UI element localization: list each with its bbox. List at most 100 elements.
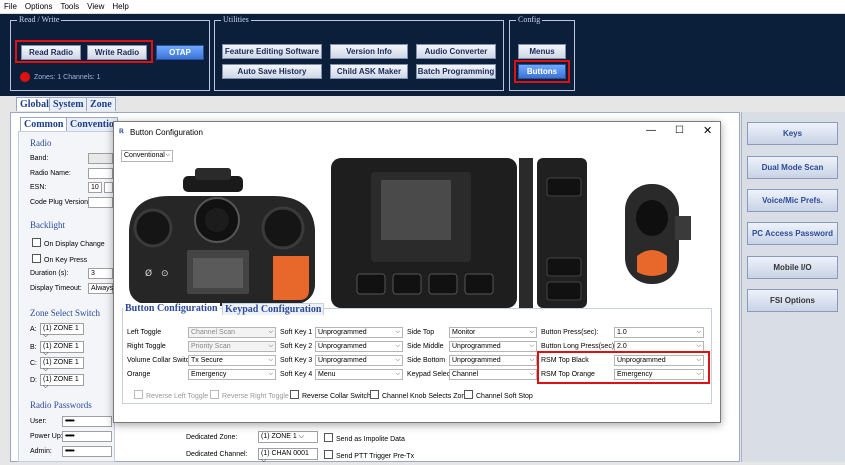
tab-zone[interactable]: Zone	[86, 97, 116, 111]
mode-select[interactable]: Conventional ⌵	[121, 150, 173, 162]
display-timeout-select[interactable]: Always	[88, 283, 113, 294]
soft-key-4-select[interactable]: Menu ⌵	[315, 369, 403, 380]
menu-file[interactable]: File	[0, 0, 21, 11]
reverse-right-toggle-checkbox[interactable]: Reverse Right Toggle	[210, 390, 289, 400]
channel-soft-stop-checkbox[interactable]: Channel Soft Stop	[464, 390, 533, 400]
mobile-io-button[interactable]: Mobile I/O	[747, 256, 838, 279]
send-ptt-checkbox[interactable]: Send PTT Trigger Pre-Tx	[324, 450, 414, 460]
chevron-down-icon: ⌵	[43, 366, 49, 373]
rsm-top-orange-value: Emergency	[617, 371, 653, 378]
on-display-change-checkbox[interactable]: On Display Change	[32, 238, 105, 248]
volume-collar-select[interactable]: Tx Secure ⌵	[188, 355, 276, 366]
rsm-top-black-value: Unprogrammed	[617, 357, 666, 364]
maximize-icon[interactable]: ☐	[675, 125, 684, 136]
tab-system[interactable]: System	[49, 97, 88, 111]
chevron-down-icon: ⌵	[43, 350, 49, 357]
side-bottom-label: Side Bottom	[407, 357, 446, 364]
pc-access-password-button[interactable]: PC Access Password	[747, 222, 838, 245]
band-field[interactable]	[88, 153, 113, 164]
channel-knob-selects-zone-checkbox[interactable]: Channel Knob Selects Zone	[370, 390, 469, 400]
esn-field-2[interactable]	[104, 182, 113, 193]
reverse-collar-switch-checkbox[interactable]: Reverse Collar Switch	[290, 390, 371, 400]
tab-global[interactable]: Global	[16, 97, 53, 111]
version-info-button[interactable]: Version Info	[330, 44, 408, 59]
menu-tools[interactable]: Tools	[56, 0, 83, 11]
side-top-value: Monitor	[452, 329, 476, 336]
soft-key-2-value: Unprogrammed	[318, 343, 367, 350]
checkbox-icon	[324, 433, 333, 442]
left-toggle-label: Left Toggle	[127, 329, 162, 336]
menu-help[interactable]: Help	[108, 0, 132, 11]
tab-button-configuration[interactable]: Button Configuration	[123, 303, 220, 314]
dual-mode-scan-button[interactable]: Dual Mode Scan	[747, 156, 838, 179]
radio-name-field[interactable]	[88, 168, 113, 179]
subtab-conventional[interactable]: Conventio	[66, 117, 118, 131]
dedicated-channel-value: (1) CHAN 0001	[261, 450, 309, 457]
esn-label: ESN:	[30, 184, 47, 191]
esn-field[interactable]: 10	[88, 182, 102, 193]
keypad-select-select[interactable]: Channel ⌵	[449, 369, 537, 380]
right-toggle-select[interactable]: Priority Scan ⌵	[188, 341, 276, 352]
chevron-down-icon: ⌵	[43, 332, 49, 339]
chevron-down-icon: ⌵	[268, 343, 273, 349]
channel-knob-selects-zone-label: Channel Knob Selects Zone	[382, 393, 470, 400]
side-top-select[interactable]: Monitor ⌵	[449, 327, 537, 338]
chevron-down-icon: ⌵	[268, 357, 273, 363]
soft-key-1-label: Soft Key 1	[280, 329, 313, 336]
right-toggle-label: Right Toggle	[127, 343, 166, 350]
rsm-top-orange-select[interactable]: Emergency ⌵	[614, 369, 704, 380]
voice-mic-prefs-button[interactable]: Voice/Mic Prefs.	[747, 189, 838, 212]
subtab-common[interactable]: Common	[20, 117, 68, 131]
chevron-down-icon: ⌵	[696, 371, 701, 377]
otap-button[interactable]: OTAP	[156, 45, 204, 60]
menu-view[interactable]: View	[83, 0, 108, 11]
soft-key-2-select[interactable]: Unprogrammed ⌵	[315, 341, 403, 352]
user-password-field[interactable]: ••••••	[62, 416, 112, 427]
soft-key-4-value: Menu	[318, 371, 336, 378]
buttons-button[interactable]: Buttons	[518, 64, 566, 79]
audio-converter-button[interactable]: Audio Converter	[416, 44, 496, 59]
batch-programming-button[interactable]: Batch Programming	[416, 64, 496, 79]
admin-password-field[interactable]: ••••••	[62, 446, 112, 457]
close-icon[interactable]: ✕	[703, 124, 712, 137]
zone-a-select[interactable]: (1) ZONE 1 ⌵	[40, 323, 84, 339]
send-impolite-checkbox[interactable]: Send as Impolite Data	[324, 433, 405, 443]
minimize-icon[interactable]: —	[646, 125, 656, 136]
zone-d-select[interactable]: (1) ZONE 1 ⌵	[40, 374, 84, 390]
read-radio-button[interactable]: Read Radio	[21, 45, 81, 60]
reverse-left-toggle-checkbox[interactable]: Reverse Left Toggle	[134, 390, 208, 400]
feature-editing-button[interactable]: Feature Editing Software	[222, 44, 322, 59]
keys-button[interactable]: Keys	[747, 122, 838, 145]
chevron-down-icon: ⌵	[165, 152, 170, 158]
child-ask-maker-button[interactable]: Child ASK Maker	[330, 64, 408, 79]
side-middle-select[interactable]: Unprogrammed ⌵	[449, 341, 537, 352]
auto-save-history-button[interactable]: Auto Save History	[222, 64, 322, 79]
reverse-collar-switch-label: Reverse Collar Switch	[302, 393, 371, 400]
dedicated-channel-select[interactable]: (1) CHAN 0001 ⌵	[258, 448, 318, 464]
zone-c-select[interactable]: (1) ZONE 1 ⌵	[40, 357, 84, 373]
volume-collar-label: Volume Collar Switch	[127, 357, 194, 364]
reverse-right-toggle-label: Reverse Right Toggle	[222, 393, 289, 400]
left-toggle-select[interactable]: Channel Scan ⌵	[188, 327, 276, 338]
on-key-press-checkbox[interactable]: On Key Press	[32, 254, 87, 264]
code-plug-field[interactable]	[88, 197, 113, 208]
button-long-press-value: 2.0	[617, 343, 627, 350]
button-press-select[interactable]: 1.0 ⌵	[614, 327, 704, 338]
zone-b-select[interactable]: (1) ZONE 1 ⌵	[40, 341, 84, 357]
duration-field[interactable]: 3	[88, 268, 113, 279]
side-bottom-select[interactable]: Unprogrammed ⌵	[449, 355, 537, 366]
side-bottom-value: Unprogrammed	[452, 357, 501, 364]
write-radio-button[interactable]: Write Radio	[87, 45, 147, 60]
rsm-top-black-label: RSM Top Black	[541, 357, 589, 364]
power-up-password-field[interactable]: ••••••	[62, 431, 112, 442]
tab-keypad-configuration[interactable]: Keypad Configuration	[222, 303, 325, 315]
fsi-options-button[interactable]: FSI Options	[747, 289, 838, 312]
menu-options[interactable]: Options	[21, 0, 57, 11]
rsm-top-black-select[interactable]: Unprogrammed ⌵	[614, 355, 704, 366]
utilities-title: Utilities	[221, 15, 251, 24]
soft-key-3-select[interactable]: Unprogrammed ⌵	[315, 355, 403, 366]
menus-button[interactable]: Menus	[518, 44, 566, 59]
soft-key-1-select[interactable]: Unprogrammed ⌵	[315, 327, 403, 338]
dedicated-zone-select[interactable]: (1) ZONE 1 ⌵	[258, 431, 318, 443]
orange-select[interactable]: Emergency ⌵	[188, 369, 276, 380]
